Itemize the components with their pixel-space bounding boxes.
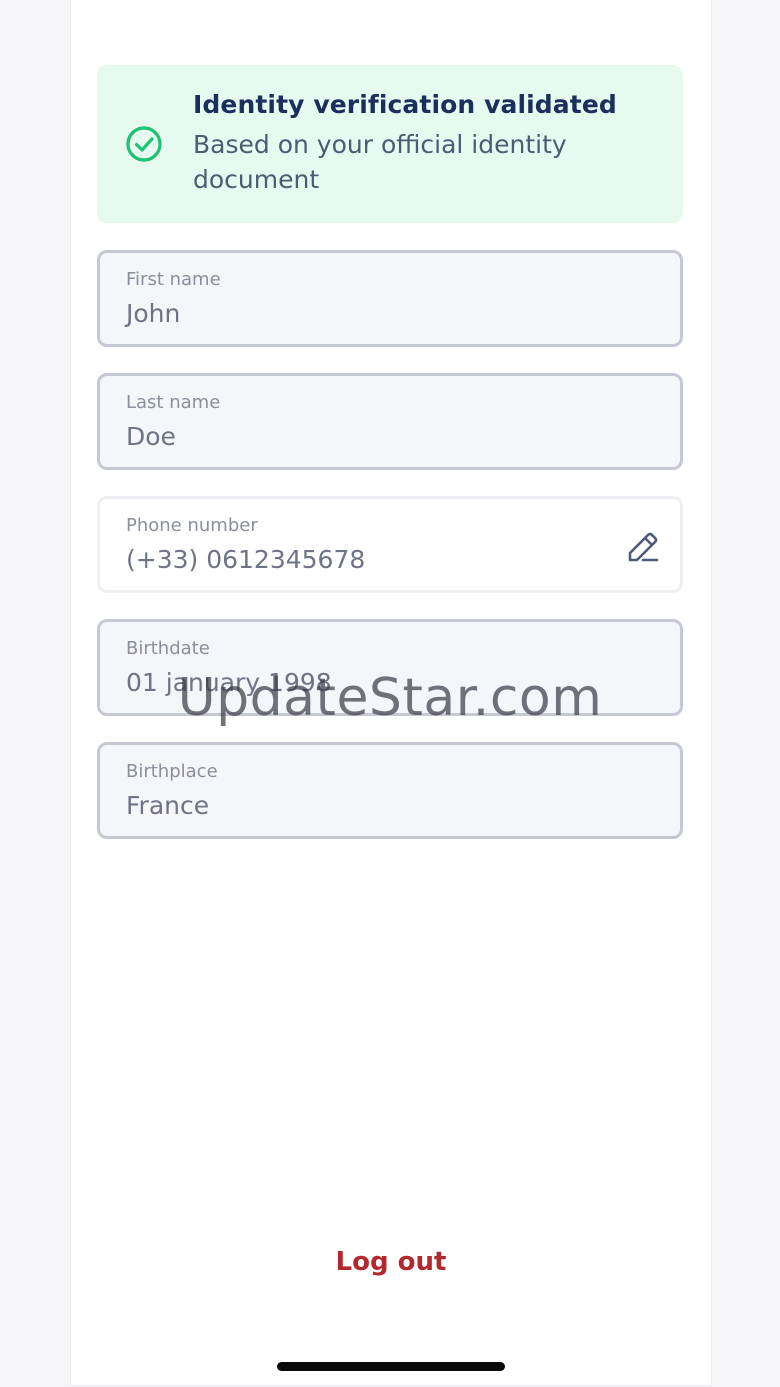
birthdate-field: Birthdate 01 january 1998 bbox=[97, 619, 683, 716]
last-name-value: Doe bbox=[126, 422, 176, 451]
profile-screen: Identity verification validated Based on… bbox=[70, 0, 712, 1386]
banner-text: Identity verification validated Based on… bbox=[193, 87, 663, 197]
phone-number-label: Phone number bbox=[126, 515, 258, 536]
birthdate-label: Birthdate bbox=[126, 638, 210, 659]
birthplace-value: France bbox=[126, 791, 210, 820]
banner-title: Identity verification validated bbox=[193, 90, 617, 119]
birthplace-label: Birthplace bbox=[126, 761, 218, 782]
phone-number-value: (+33) 0612345678 bbox=[126, 545, 366, 574]
first-name-value: John bbox=[126, 299, 181, 328]
banner-subtitle: Based on your official identity document bbox=[193, 130, 567, 194]
logout-button[interactable]: Log out bbox=[71, 1244, 711, 1280]
birthdate-value: 01 january 1998 bbox=[126, 668, 332, 697]
birthplace-field: Birthplace France bbox=[97, 742, 683, 839]
home-indicator[interactable] bbox=[277, 1362, 505, 1371]
pencil-edit-icon[interactable] bbox=[624, 528, 662, 566]
verification-banner: Identity verification validated Based on… bbox=[97, 65, 683, 223]
first-name-field: First name John bbox=[97, 250, 683, 347]
check-circle-icon bbox=[126, 126, 162, 162]
phone-number-field[interactable]: Phone number (+33) 0612345678 bbox=[97, 496, 683, 593]
last-name-field: Last name Doe bbox=[97, 373, 683, 470]
first-name-label: First name bbox=[126, 269, 221, 290]
last-name-label: Last name bbox=[126, 392, 221, 413]
